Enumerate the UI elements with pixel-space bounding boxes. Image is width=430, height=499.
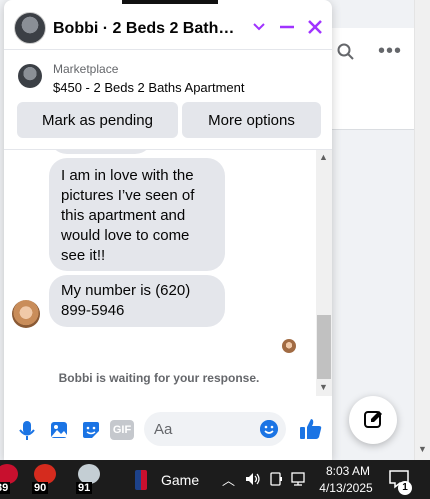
waiting-status: Bobbi is waiting for your response. — [58, 371, 260, 385]
chevron-down-icon[interactable] — [252, 18, 266, 36]
team-score: 90 — [32, 482, 49, 494]
sticker-icon[interactable] — [80, 419, 102, 441]
scroll-down-arrow-icon[interactable]: ▼ — [418, 444, 427, 454]
mark-as-pending-button[interactable]: Mark as pending — [17, 102, 178, 138]
marketplace-label: Marketplace — [53, 62, 119, 76]
thumbs-up-icon[interactable] — [298, 416, 324, 442]
message-input-placeholder: Aa — [154, 421, 173, 438]
new-message-button[interactable] — [349, 396, 397, 444]
chat-title[interactable]: Bobbi · 2 Beds 2 Baths Ap... — [53, 20, 243, 38]
chevron-up-icon[interactable]: ︿ — [222, 470, 235, 489]
message-bubble[interactable]: I am in love with the pictures I’ve seen… — [49, 158, 225, 271]
listing-thumbnail[interactable] — [18, 64, 42, 88]
seen-indicator-avatar — [282, 339, 296, 353]
gif-icon[interactable]: GIF — [110, 420, 134, 440]
page-scrollbar[interactable] — [414, 0, 430, 460]
microphone-icon[interactable] — [16, 419, 38, 441]
more-options-button[interactable]: More options — [182, 102, 321, 138]
message-input[interactable]: Aa — [144, 412, 286, 446]
sender-avatar[interactable] — [12, 300, 40, 328]
team-score: 39 — [0, 482, 11, 494]
volume-icon[interactable] — [244, 471, 262, 487]
message-scrollbar-thumb[interactable] — [317, 315, 331, 379]
battery-icon[interactable] — [268, 471, 284, 487]
photo-icon[interactable] — [48, 419, 70, 441]
search-icon[interactable] — [336, 42, 356, 62]
team-logo-icon — [34, 464, 56, 484]
nba-icon[interactable] — [135, 470, 147, 490]
previous-message-bubble[interactable] — [49, 150, 153, 154]
windows-taskbar: 39 90 91 Game ︿ 8:03 AM 4/13/2025 1 — [0, 460, 430, 499]
chat-avatar[interactable] — [14, 12, 46, 44]
more-icon[interactable]: ••• — [378, 40, 402, 63]
scroll-down-arrow-icon[interactable]: ▼ — [319, 382, 328, 392]
marketplace-listing: Marketplace $450 - 2 Beds 2 Baths Apartm… — [4, 50, 332, 150]
game-label[interactable]: Game — [161, 472, 199, 488]
clock-date[interactable]: 4/13/2025 — [316, 481, 376, 495]
minimize-icon[interactable] — [278, 18, 296, 36]
compose-icon — [364, 411, 382, 428]
message-bubble[interactable]: My number is (620) 899-5946 — [49, 275, 225, 327]
emoji-icon[interactable] — [260, 420, 278, 438]
message-composer: GIF Aa — [4, 400, 332, 460]
team-app-1[interactable]: 39 — [0, 464, 18, 494]
team-score: 91 — [76, 482, 93, 494]
notification-badge: 1 — [398, 481, 412, 495]
message-thread[interactable]: I am in love with the pictures I’ve seen… — [4, 150, 332, 396]
close-icon[interactable] — [306, 18, 324, 36]
chat-header[interactable]: Bobbi · 2 Beds 2 Baths Ap... — [4, 4, 332, 50]
team-app-3[interactable]: 91 — [74, 464, 102, 494]
team-logo-icon — [0, 464, 18, 484]
team-logo-icon — [78, 464, 100, 484]
team-app-2[interactable]: 90 — [30, 464, 58, 494]
listing-title[interactable]: $450 - 2 Beds 2 Baths Apartment — [53, 80, 245, 95]
messenger-chat-window: Bobbi · 2 Beds 2 Baths Ap... Marketplace… — [4, 0, 332, 460]
network-icon[interactable] — [290, 471, 308, 487]
scroll-up-arrow-icon[interactable]: ▲ — [319, 152, 328, 162]
clock-time[interactable]: 8:03 AM — [322, 464, 374, 478]
